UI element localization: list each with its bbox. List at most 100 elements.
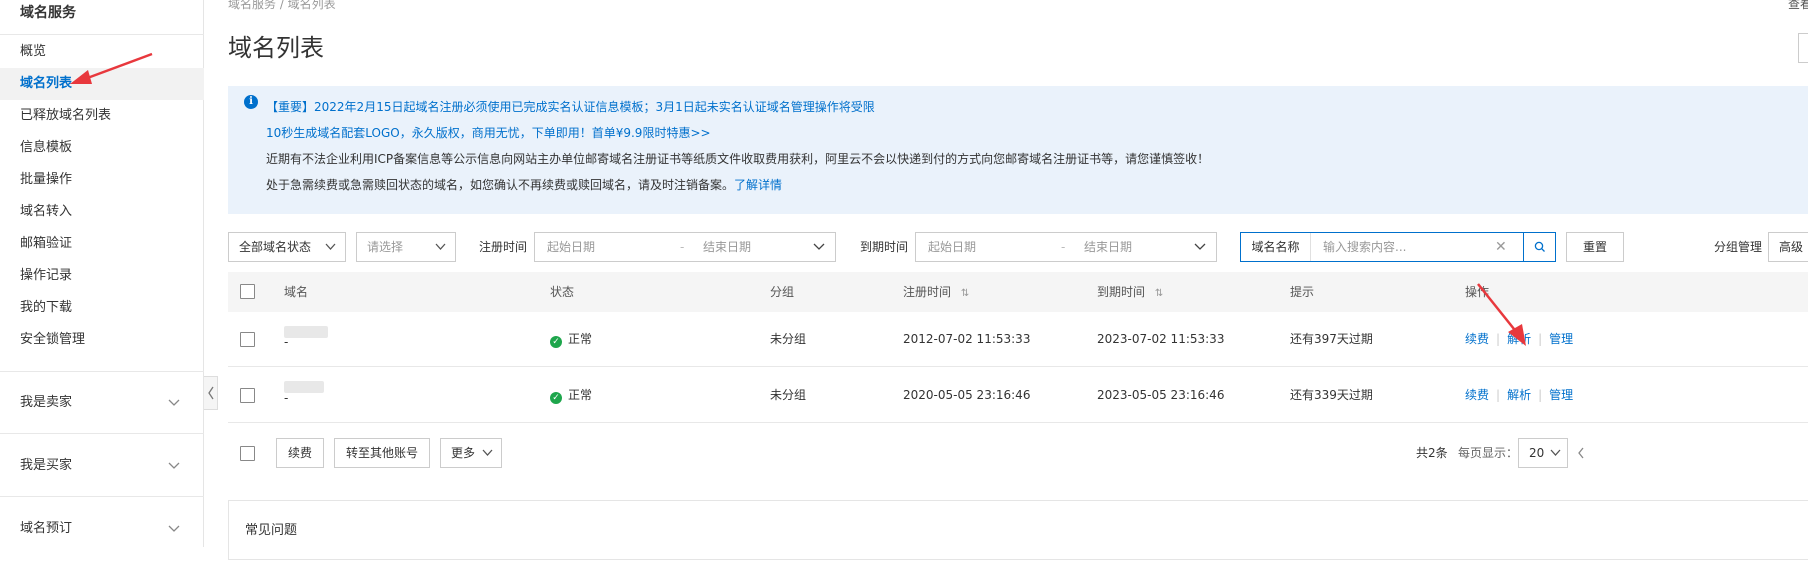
exp-time-label: 到期时间 — [860, 240, 909, 254]
reg-time-label: 注册时间 — [479, 240, 528, 254]
chevron-down-icon — [325, 233, 336, 272]
row-checkbox[interactable] — [240, 332, 255, 347]
range-separator: - — [680, 240, 685, 254]
renew-link[interactable]: 续费 — [1465, 388, 1489, 402]
col-domain: 域名 — [284, 285, 309, 299]
sidebar-group-label: 我是买家 — [20, 458, 73, 473]
sidebar-divider — [0, 34, 204, 35]
exp-date-range[interactable]: 起始日期 - 结束日期 — [915, 232, 1217, 262]
sidebar-group-reservation[interactable]: 域名预订 — [0, 498, 204, 560]
top-right-button[interactable] — [1798, 33, 1808, 63]
notice-line[interactable]: 【重要】2022年2月15日起域名注册必须使用已完成实名认证信息模板；3月1日起… — [266, 99, 875, 115]
top-right-link[interactable]: 查看 — [1788, 0, 1808, 12]
sidebar-item-security-lock[interactable]: 安全锁管理 — [0, 324, 204, 356]
faq-title: 常见问题 — [245, 523, 298, 538]
row-checkbox[interactable] — [240, 388, 255, 403]
domain-name-redacted[interactable] — [284, 326, 328, 338]
sidebar-item-released-domains[interactable]: 已释放域名列表 — [0, 100, 204, 132]
manage-link[interactable]: 管理 — [1549, 332, 1573, 346]
group-cell: 未分组 — [770, 388, 807, 402]
renew-link[interactable]: 续费 — [1465, 332, 1489, 346]
range-separator: - — [1061, 240, 1066, 254]
table-header: 域名 状态 分组 注册时间 ⇅ 到期时间 ⇅ 提示 操作 — [228, 272, 1808, 312]
reg-date-range[interactable]: 起始日期 - 结束日期 — [534, 232, 836, 262]
notice-line: 处于急需续费或急需赎回状态的域名，如您确认不再续费或赎回域名，请及时注销备案。了… — [266, 177, 782, 193]
notice-text: 处于急需续费或急需赎回状态的域名，如您确认不再续费或赎回域名，请及时注销备案。 — [266, 178, 735, 192]
notice-promo-link[interactable]: 10秒生成域名配套LOGO，永久版权，商用无忧，下单即用！首单¥9.9限时特惠>… — [266, 125, 711, 141]
divider: | — [1538, 332, 1543, 346]
dns-link[interactable]: 解析 — [1507, 388, 1531, 402]
col-ops: 操作 — [1465, 285, 1490, 299]
domain-name-redacted[interactable] — [284, 381, 324, 393]
table-footer: 续费 转至其他账号 更多 共2条 每页显示： 20 — [228, 424, 1808, 478]
sidebar-group-label: 域名预订 — [20, 521, 73, 536]
sidebar-item-info-templates[interactable]: 信息模板 — [0, 132, 204, 164]
sidebar: 域名服务 概览 域名列表 已释放域名列表 信息模板 批量操作 域名转入 邮箱验证… — [0, 0, 204, 547]
advanced-search-button[interactable]: 高级 — [1768, 232, 1808, 262]
total-count: 共2条 — [1416, 446, 1448, 460]
sidebar-item-my-downloads[interactable]: 我的下载 — [0, 292, 204, 324]
chevron-down-icon — [1550, 439, 1561, 478]
chevron-down-icon — [482, 439, 493, 477]
col-exp-time[interactable]: 到期时间 ⇅ — [1097, 272, 1163, 314]
sidebar-collapse-button[interactable] — [204, 376, 218, 410]
sidebar-group-buyer[interactable]: 我是买家 — [0, 435, 204, 497]
more-actions-button[interactable]: 更多 — [440, 438, 502, 468]
group-select[interactable]: 请选择 — [356, 232, 456, 262]
domain-suffix: - — [284, 335, 289, 349]
col-status: 状态 — [550, 285, 575, 299]
footer-select-all-checkbox[interactable] — [240, 446, 255, 461]
tip-cell: 还有397天过期 — [1290, 332, 1373, 346]
per-page-label: 每页显示： — [1458, 446, 1519, 460]
select-all-checkbox[interactable] — [240, 284, 255, 299]
sort-icon[interactable]: ⇅ — [1155, 288, 1163, 299]
search-input[interactable]: 输入搜索内容... — [1323, 233, 1406, 261]
end-date-placeholder: 结束日期 — [1084, 240, 1133, 254]
dns-link[interactable]: 解析 — [1507, 332, 1531, 346]
chevron-left-icon — [1578, 447, 1584, 459]
select-placeholder: 请选择 — [367, 240, 404, 254]
sort-icon[interactable]: ⇅ — [961, 288, 969, 299]
reset-button[interactable]: 重置 — [1566, 232, 1624, 262]
sidebar-title: 域名服务 — [20, 5, 76, 21]
domain-status-select[interactable]: 全部域名状态 — [228, 232, 346, 262]
button-label: 更多 — [451, 446, 476, 460]
main-content: 域名服务 / 域名列表 查看 域名列表 i 【重要】2022年2月15日起域名注… — [228, 0, 1808, 560]
sidebar-group-seller[interactable]: 我是卖家 — [0, 372, 204, 434]
chevron-down-icon — [1194, 233, 1206, 271]
filter-bar: 全部域名状态 请选择 注册时间 起始日期 - 结束日期 到期时间 起始日期 - … — [228, 232, 1808, 264]
search-icon — [1534, 241, 1545, 252]
ops-cell: 续费 | 解析 | 管理 — [1465, 312, 1573, 367]
search-field-label[interactable]: 域名名称 — [1241, 233, 1311, 261]
domain-search: 域名名称 输入搜索内容... ✕ — [1240, 232, 1556, 262]
batch-renew-button[interactable]: 续费 — [276, 438, 324, 468]
col-group: 分组 — [770, 285, 795, 299]
transfer-account-button[interactable]: 转至其他账号 — [334, 438, 430, 468]
check-circle-icon: ✓ — [550, 336, 562, 348]
end-date-placeholder: 结束日期 — [703, 240, 752, 254]
table-row: - ✓ 正常 未分组 2020-05-05 23:16:46 2023-05-05… — [228, 368, 1808, 423]
prev-page-button[interactable] — [1576, 438, 1586, 472]
chevron-down-icon — [813, 233, 825, 271]
sidebar-item-overview[interactable]: 概览 — [0, 36, 204, 68]
sidebar-item-batch-operations[interactable]: 批量操作 — [0, 164, 204, 196]
reg-time-cell: 2020-05-05 23:16:46 — [903, 388, 1031, 402]
group-manage-link[interactable]: 分组管理 — [1714, 232, 1762, 262]
group-cell: 未分组 — [770, 332, 807, 346]
tip-cell: 还有339天过期 — [1290, 388, 1373, 402]
page-size-select[interactable]: 20 — [1518, 438, 1568, 468]
search-button[interactable] — [1523, 233, 1555, 261]
status-text: 正常 — [568, 388, 593, 402]
sidebar-item-domain-list[interactable]: 域名列表 — [0, 68, 204, 100]
manage-link[interactable]: 管理 — [1549, 388, 1573, 402]
clear-icon[interactable]: ✕ — [1495, 233, 1507, 261]
col-reg-time[interactable]: 注册时间 ⇅ — [903, 272, 969, 314]
page-title: 域名列表 — [228, 34, 324, 62]
reg-time-cell: 2012-07-02 11:53:33 — [903, 332, 1031, 346]
divider: | — [1496, 332, 1501, 346]
divider: | — [1538, 388, 1543, 402]
sidebar-item-operation-log[interactable]: 操作记录 — [0, 260, 204, 292]
learn-more-link[interactable]: 了解详情 — [734, 178, 782, 192]
sidebar-item-email-verification[interactable]: 邮箱验证 — [0, 228, 204, 260]
sidebar-item-domain-transfer-in[interactable]: 域名转入 — [0, 196, 204, 228]
